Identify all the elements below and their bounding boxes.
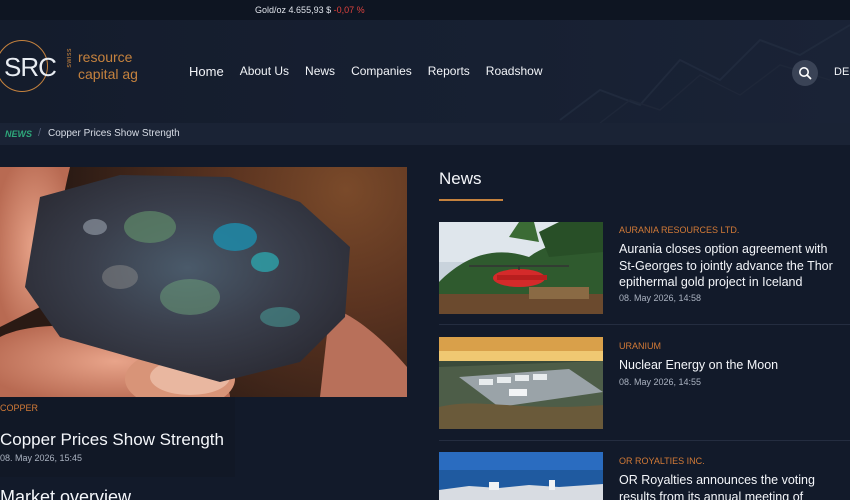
news-date-1: 08. May 2026, 14:58	[619, 293, 702, 303]
breadcrumb: NEWS / Copper Prices Show Strength	[0, 123, 850, 145]
hero-image[interactable]	[0, 167, 407, 397]
main-nav: Home About Us News Companies Reports Roa…	[189, 64, 559, 79]
news-title-1[interactable]: Aurania closes option agreement with St-…	[619, 241, 844, 291]
helicopter-image	[439, 222, 603, 314]
nav-companies[interactable]: Companies	[351, 64, 412, 79]
news-date-2: 08. May 2026, 14:55	[619, 377, 702, 387]
nav-news[interactable]: News	[305, 64, 335, 79]
breadcrumb-news[interactable]: NEWS	[5, 129, 32, 139]
breadcrumb-current: Copper Prices Show Strength	[48, 128, 180, 139]
nav-about-us[interactable]: About Us	[240, 64, 289, 79]
market-overview-heading: Market overview	[0, 487, 132, 500]
news-heading: News	[439, 169, 482, 188]
logo-line1: resource	[78, 49, 133, 65]
news-title-3[interactable]: OR Royalties announces the voting result…	[619, 472, 844, 500]
news-thumb-mine[interactable]	[439, 452, 603, 500]
news-divider	[439, 440, 850, 441]
news-category-3[interactable]: OR ROYALTIES INC.	[619, 456, 705, 466]
site-header: SRC swiss resource capital ag Home About…	[0, 20, 850, 123]
mine-site-image	[439, 452, 603, 500]
ticker-change: -0,07 %	[333, 5, 365, 15]
language-switch[interactable]: DE	[834, 66, 849, 78]
news-category-1[interactable]: AURANIA RESOURCES LTD.	[619, 225, 739, 235]
search-icon	[799, 67, 812, 80]
breadcrumb-separator: /	[38, 127, 42, 139]
news-category-2[interactable]: URANIUM	[619, 341, 661, 351]
nav-home[interactable]: Home	[189, 64, 224, 79]
news-heading-underline	[439, 199, 503, 201]
news-thumb-helicopter[interactable]	[439, 222, 603, 314]
news-title-2[interactable]: Nuclear Energy on the Moon	[619, 357, 844, 374]
price-ticker: Gold/oz 4.655,93 $ -0,07 %	[0, 0, 850, 20]
ticker-label: Gold/oz	[255, 5, 287, 15]
logo-line2: capital ag	[78, 66, 138, 82]
hero-category[interactable]: COPPER	[0, 403, 38, 413]
copper-ore-image	[0, 167, 407, 397]
hero-title[interactable]: Copper Prices Show Strength	[0, 430, 224, 450]
news-thumb-moon-base[interactable]	[439, 337, 603, 429]
logo-mark: SRC	[4, 52, 57, 82]
logo-swiss: swiss	[66, 48, 73, 68]
logo[interactable]: SRC swiss resource capital ag	[0, 40, 150, 96]
search-button[interactable]	[792, 60, 818, 86]
nav-reports[interactable]: Reports	[428, 64, 470, 79]
nav-roadshow[interactable]: Roadshow	[486, 64, 543, 79]
ticker-value: 4.655,93 $	[288, 5, 332, 15]
news-divider	[439, 324, 850, 325]
hero-date: 08. May 2026, 15:45	[0, 453, 83, 463]
moon-base-image	[439, 337, 603, 429]
